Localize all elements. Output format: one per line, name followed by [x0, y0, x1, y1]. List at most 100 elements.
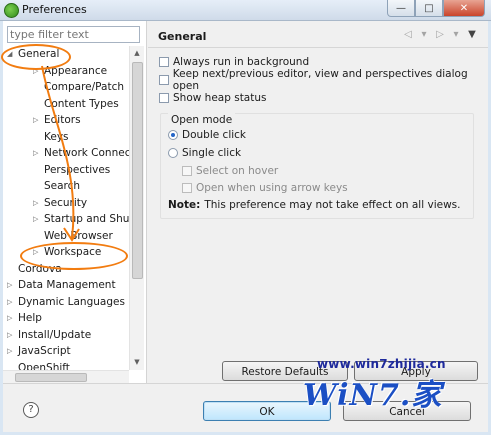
tree-item-label: Search [44, 180, 81, 192]
checkbox-box[interactable] [159, 57, 169, 67]
radio-label: Double click [182, 129, 247, 141]
open-arrow-keys-checkbox[interactable]: Open when using arrow keys [182, 181, 348, 195]
always-run-background-checkbox[interactable]: Always run in background [159, 55, 309, 69]
forward-menu-icon[interactable]: ▾ [450, 29, 462, 40]
radio-dot[interactable] [168, 130, 178, 140]
show-heap-status-checkbox[interactable]: Show heap status [159, 91, 267, 105]
tree-item[interactable]: ▷ Help [7, 310, 42, 326]
tree-item[interactable]: ▷ Dynamic Languages [7, 294, 125, 310]
checkbox-label: Open when using arrow keys [196, 182, 348, 194]
tree-item[interactable]: Cordova [7, 261, 62, 277]
preference-tree: ◢ General ▷ Appearance Compare/Patch Content … [3, 46, 129, 370]
tree-item-label: Keys [44, 130, 69, 143]
scroll-up-icon[interactable]: ▲ [130, 47, 144, 59]
page-title: General [158, 30, 207, 43]
back-menu-icon[interactable]: ▾ [418, 29, 430, 40]
checkbox-label: Keep next/previous editor, view and pers… [172, 68, 468, 92]
preference-page: General ◁ ▾ ▷ ▾ ▼ Always run in backgrou… [148, 21, 488, 383]
tree-item-label: Install/Update [18, 328, 92, 341]
expanded-arrow-icon[interactable]: ◢ [7, 46, 15, 62]
double-click-radio[interactable]: Double click [168, 128, 246, 142]
tree-item[interactable]: ▷ JavaScript [7, 343, 71, 359]
note-message: This preference may not take effect on a… [204, 199, 461, 211]
tree-horizontal-scrollbar[interactable] [3, 370, 129, 383]
tree-item-label: Cordova [18, 262, 62, 275]
tree-item[interactable]: ▷Startup and Shutdown [33, 211, 129, 227]
tree-item-label: Perspectives [44, 163, 111, 176]
back-arrow-icon[interactable]: ◁ [402, 29, 414, 40]
checkbox-box[interactable] [159, 93, 169, 103]
title-separator [148, 47, 488, 48]
eclipse-app-icon [4, 3, 19, 18]
window-titlebar[interactable]: Preferences — □ ✕ [0, 0, 491, 21]
tree-item[interactable]: ▷ Workspace [33, 244, 101, 260]
tree-item[interactable]: Keys [33, 129, 69, 145]
tree-item-label: Help [18, 312, 42, 324]
preference-tree-panel: ◢General▷AppearanceCompare/PatchContent … [3, 21, 147, 383]
tree-item[interactable]: ▷ Security [33, 195, 87, 211]
tree-item[interactable]: ▷ Appearance [33, 63, 107, 79]
collapsed-arrow-icon[interactable]: ▷ [33, 195, 41, 211]
tree-item-label: Dynamic Languages [18, 295, 125, 308]
window-title: Preferences [22, 3, 87, 16]
tree-item[interactable]: ▷Network Connection [33, 145, 129, 161]
tree-item-label: Compare/Patch [44, 81, 125, 93]
tree-item-label: Security [44, 196, 88, 209]
tree-item-label: Appearance [44, 64, 108, 77]
maximize-icon: □ [424, 2, 434, 14]
tree-item-label: Startup and Shutdown [44, 213, 129, 225]
view-menu-icon[interactable]: ▼ [466, 29, 478, 40]
radio-label: Single click [182, 147, 242, 159]
tree-item[interactable]: Web Browser [33, 228, 113, 244]
select-on-hover-checkbox[interactable]: Select on hover [182, 164, 278, 178]
maximize-button[interactable]: □ [415, 0, 443, 17]
tree-item[interactable]: Perspectives [33, 162, 110, 178]
tree-vertical-scrollbar[interactable]: ▲ ▼ [129, 46, 144, 370]
tree-item[interactable]: ◢ General [7, 46, 59, 62]
checkbox-label: Always run in background [173, 56, 310, 68]
keep-dialog-open-checkbox[interactable]: Keep next/previous editor, view and pers… [159, 68, 488, 92]
collapsed-arrow-icon[interactable]: ▷ [33, 145, 41, 161]
tree-item[interactable]: ▷ Editors [33, 112, 81, 128]
note-label: Note: [168, 199, 201, 211]
collapsed-arrow-icon[interactable]: ▷ [33, 211, 41, 227]
scrollbar-thumb[interactable] [132, 62, 143, 279]
tree-item[interactable]: Search [33, 178, 80, 194]
close-button[interactable]: ✕ [443, 0, 485, 17]
checkbox-label: Show heap status [173, 92, 267, 104]
note-text: Note: This preference may not take effect… [168, 199, 460, 211]
close-icon: ✕ [459, 2, 469, 14]
collapsed-arrow-icon[interactable]: ▷ [7, 310, 15, 326]
tree-item[interactable]: Content Types [33, 96, 119, 112]
tree-item[interactable]: ▷ Install/Update [7, 327, 91, 343]
collapsed-arrow-icon[interactable]: ▷ [33, 63, 41, 79]
page-navigation: ◁ ▾ ▷ ▾ ▼ [402, 29, 478, 40]
window-controls: — □ ✕ [387, 0, 485, 18]
checkbox-box[interactable] [182, 183, 192, 193]
tree-item-label: Web Browser [44, 229, 113, 242]
single-click-radio[interactable]: Single click [168, 146, 241, 160]
tree-item-label: General [18, 48, 60, 60]
tree-item[interactable]: Compare/Patch [33, 79, 124, 95]
collapsed-arrow-icon[interactable]: ▷ [33, 112, 41, 128]
tree-item[interactable]: ▷ Data Management [7, 277, 116, 293]
tree-item[interactable]: OpenShift [7, 360, 70, 371]
tree-item-label: Editors [44, 114, 81, 126]
minimize-icon: — [396, 2, 406, 14]
scroll-down-icon[interactable]: ▼ [130, 356, 144, 368]
help-icon[interactable]: ? [23, 402, 39, 418]
collapsed-arrow-icon[interactable]: ▷ [33, 244, 41, 260]
collapsed-arrow-icon[interactable]: ▷ [7, 343, 15, 359]
horizontal-scrollbar-thumb[interactable] [15, 373, 87, 382]
filter-input[interactable] [7, 26, 140, 43]
collapsed-arrow-icon[interactable]: ▷ [7, 327, 15, 343]
radio-dot[interactable] [168, 148, 178, 158]
checkbox-box[interactable] [159, 75, 169, 85]
collapsed-arrow-icon[interactable]: ▷ [7, 294, 15, 310]
forward-arrow-icon[interactable]: ▷ [434, 29, 446, 40]
collapsed-arrow-icon[interactable]: ▷ [7, 277, 15, 293]
minimize-button[interactable]: — [387, 0, 415, 17]
tree-item-label: JavaScript [18, 345, 71, 357]
tree-item-label: Data Management [18, 279, 116, 291]
checkbox-box[interactable] [182, 166, 192, 176]
